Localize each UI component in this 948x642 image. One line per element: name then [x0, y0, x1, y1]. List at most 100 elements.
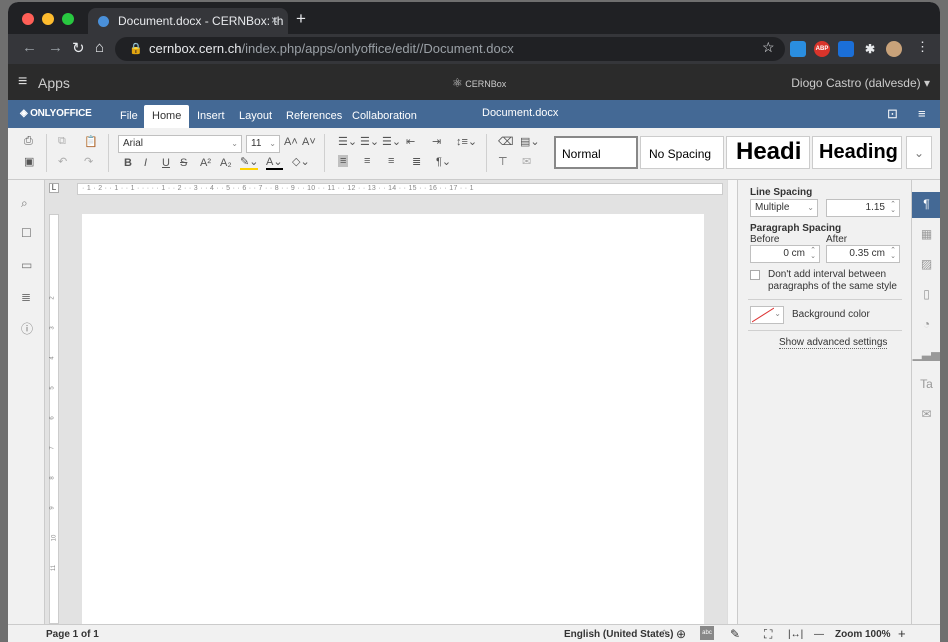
reload-icon[interactable]: ↻: [72, 39, 85, 57]
extension-icon[interactable]: [790, 41, 806, 57]
new-tab-button[interactable]: +: [296, 9, 306, 29]
image-settings-icon[interactable]: ▨: [912, 252, 940, 278]
spinner-icon[interactable]: ⌃ ⌄: [810, 247, 816, 260]
paragraph-settings-icon[interactable]: ¶: [912, 192, 940, 218]
hamburger-icon[interactable]: ≡: [18, 73, 27, 91]
style-heading-1[interactable]: Headi: [726, 136, 810, 169]
chrome-menu-icon[interactable]: ⋮: [916, 39, 929, 55]
track-changes-icon[interactable]: ✎: [730, 627, 740, 641]
zoom-in-button[interactable]: +: [898, 626, 906, 641]
strikethrough-icon[interactable]: S: [180, 157, 187, 169]
zoom-out-button[interactable]: —: [814, 629, 824, 640]
no-interval-checkbox[interactable]: [750, 270, 760, 280]
increase-font-icon[interactable]: A˄: [284, 136, 298, 148]
styles-expand-button[interactable]: ⌄: [906, 136, 932, 169]
table-settings-icon[interactable]: ▦: [912, 222, 940, 248]
apps-label[interactable]: Apps: [38, 75, 70, 91]
back-icon[interactable]: ←: [22, 39, 37, 56]
mail-merge-icon[interactable]: ✉: [522, 155, 531, 168]
font-color-icon[interactable]: A⌄: [266, 155, 283, 170]
shape-settings-icon[interactable]: ◔: [912, 312, 940, 338]
fit-page-icon[interactable]: ⛶: [764, 627, 772, 642]
globe-icon[interactable]: ⊕: [676, 627, 686, 641]
close-window-button[interactable]: [22, 13, 34, 25]
decrease-indent-icon[interactable]: ⇤: [406, 135, 415, 148]
tab-references[interactable]: References: [278, 105, 350, 128]
after-spacing-input[interactable]: 0.35 cm ⌃ ⌄: [826, 245, 900, 263]
bold-icon[interactable]: B: [124, 157, 132, 169]
highlight-icon[interactable]: ✎⌄: [240, 155, 259, 170]
document-page[interactable]: [82, 214, 704, 624]
font-size-select[interactable]: 11 ⌄: [246, 135, 280, 153]
align-left-icon[interactable]: ≡: [338, 155, 349, 167]
text-art-icon[interactable]: Ta: [912, 372, 940, 398]
horizontal-ruler[interactable]: · 1 · 2 · · 1 · · 1 · · · · · 1 · · 2 · …: [77, 183, 723, 195]
show-advanced-settings-link[interactable]: Show advanced settings: [779, 337, 888, 349]
nonprinting-icon[interactable]: ¶⌄: [436, 155, 451, 168]
search-icon[interactable]: ⌕: [21, 196, 28, 211]
style-normal[interactable]: Normal: [554, 136, 638, 169]
vertical-ruler[interactable]: 2 3 4 5 6 7 8 9 10 11: [49, 214, 59, 624]
style-heading-2[interactable]: Heading: [812, 136, 902, 169]
mail-merge-icon[interactable]: ✉: [912, 402, 940, 428]
vertical-scrollbar[interactable]: [727, 180, 737, 624]
justify-icon[interactable]: ≣: [412, 155, 421, 168]
bookmark-star-icon[interactable]: ☆: [762, 39, 775, 56]
tab-insert[interactable]: Insert: [189, 105, 233, 128]
align-center-icon[interactable]: ≡: [364, 155, 370, 167]
adblock-icon[interactable]: ABP: [814, 41, 830, 57]
spinner-icon[interactable]: ⌃ ⌄: [890, 247, 896, 260]
spinner-icon[interactable]: ⌃ ⌄: [890, 201, 896, 214]
font-name-select[interactable]: Arial ⌄: [118, 135, 242, 153]
tab-file[interactable]: File: [112, 105, 146, 128]
language-select[interactable]: English (United States): [564, 629, 673, 640]
decrease-font-icon[interactable]: A˅: [302, 136, 316, 148]
line-spacing-mode-select[interactable]: Multiple ⌄: [750, 199, 818, 217]
before-spacing-input[interactable]: 0 cm ⌃ ⌄: [750, 245, 820, 263]
chat-icon[interactable]: ▭: [21, 258, 32, 272]
chart-settings-icon[interactable]: ▁▃▅: [912, 342, 940, 368]
tab-home[interactable]: Home: [144, 105, 190, 128]
cernbox-logo[interactable]: ⚛ CERNBox: [452, 76, 506, 90]
browser-tab[interactable]: Document.docx - CERNBox: th ×: [88, 8, 288, 34]
underline-icon[interactable]: U: [162, 157, 170, 169]
copy-icon[interactable]: ⧉: [58, 135, 66, 148]
redo-icon[interactable]: ↷: [84, 155, 93, 168]
background-color-picker[interactable]: ⌄: [750, 306, 784, 324]
fill-color-icon[interactable]: ◇⌄: [292, 155, 310, 168]
address-bar[interactable]: 🔒 cernbox.cern.ch/index.php/apps/onlyoff…: [115, 37, 785, 61]
line-spacing-input[interactable]: 1.15 ⌃ ⌄: [826, 199, 900, 217]
increase-indent-icon[interactable]: ⇥: [432, 135, 441, 148]
puzzle-icon[interactable]: ✱: [862, 41, 878, 57]
profile-avatar[interactable]: [886, 41, 902, 57]
menu-icon[interactable]: ≡: [918, 106, 926, 121]
italic-icon[interactable]: I: [144, 157, 147, 169]
about-icon[interactable]: ⓘ: [21, 320, 33, 337]
page-count[interactable]: Page 1 of 1: [46, 629, 99, 640]
numbering-icon[interactable]: ☰⌄: [360, 135, 379, 148]
header-footer-icon[interactable]: ▯: [912, 282, 940, 308]
style-no-spacing[interactable]: No Spacing: [640, 136, 724, 169]
close-tab-icon[interactable]: ×: [271, 13, 278, 27]
copy-style-icon[interactable]: ⊤: [498, 155, 508, 168]
paste-icon[interactable]: 📋: [84, 135, 98, 148]
subscript-icon[interactable]: A₂: [220, 157, 232, 169]
undo-icon[interactable]: ↶: [58, 155, 67, 168]
color-scheme-icon[interactable]: ▤⌄: [520, 135, 540, 148]
print-icon[interactable]: ⎙: [24, 135, 33, 148]
bullets-icon[interactable]: ☰⌄: [338, 135, 357, 148]
maximize-window-button[interactable]: [62, 13, 74, 25]
save-icon[interactable]: ▣: [24, 155, 34, 168]
multilevel-icon[interactable]: ☰⌄: [382, 135, 401, 148]
user-menu[interactable]: Diogo Castro (dalvesde) ▾: [791, 76, 930, 90]
navigation-icon[interactable]: ≣: [21, 290, 31, 304]
minimize-window-button[interactable]: [42, 13, 54, 25]
comments-icon[interactable]: ☐: [21, 226, 32, 240]
zoom-level[interactable]: Zoom 100%: [835, 629, 891, 640]
forward-icon[interactable]: →: [48, 39, 63, 56]
align-right-icon[interactable]: ≡: [388, 155, 394, 167]
home-icon[interactable]: ⌂: [95, 39, 104, 56]
tab-layout[interactable]: Layout: [231, 105, 280, 128]
tab-collaboration[interactable]: Collaboration: [344, 105, 425, 128]
tab-stop-selector[interactable]: L: [49, 183, 59, 193]
